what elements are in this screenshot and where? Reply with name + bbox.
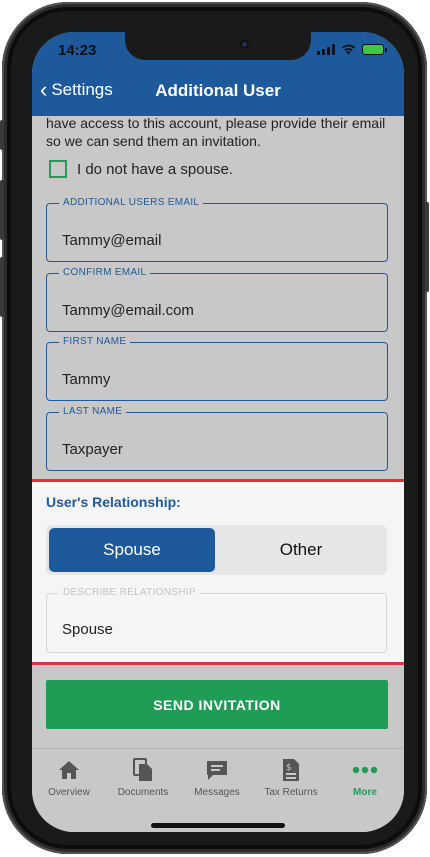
home-indicator[interactable]	[151, 823, 285, 828]
relationship-panel: User's Relationship: Spouse Other DESCRI…	[32, 479, 404, 665]
last-name-field[interactable]: LAST NAME Taxpayer	[46, 406, 388, 471]
no-spouse-row[interactable]: I do not have a spouse.	[49, 160, 233, 178]
relationship-segmented-control: Spouse Other	[46, 525, 387, 575]
signal-icon	[317, 44, 335, 55]
screen: 14:23 ‹ Settings Additional User have ac…	[32, 32, 404, 832]
form-content: have access to this account, please prov…	[32, 116, 404, 748]
power-button	[425, 202, 429, 292]
tab-label: Overview	[48, 787, 90, 798]
field-value: Taxpayer	[62, 441, 123, 458]
page-title: Additional User	[155, 81, 281, 100]
volume-up-button	[0, 180, 4, 240]
tab-overview[interactable]: Overview	[32, 757, 106, 798]
field-value: Tammy@email	[62, 232, 162, 249]
home-icon	[32, 757, 106, 783]
messages-icon	[180, 757, 254, 783]
field-label: LAST NAME	[59, 406, 127, 417]
tab-messages[interactable]: Messages	[180, 757, 254, 798]
field-label: FIRST NAME	[59, 336, 131, 347]
describe-relationship-field[interactable]: DESCRIBE RELATIONSHIP Spouse	[46, 587, 387, 653]
mute-switch	[0, 120, 4, 150]
documents-icon	[106, 757, 180, 783]
svg-text:$: $	[286, 763, 292, 773]
tab-label: Messages	[194, 787, 240, 798]
no-spouse-label: I do not have a spouse.	[77, 160, 233, 178]
notch	[125, 32, 311, 60]
tab-more[interactable]: More	[328, 757, 402, 798]
tab-bar: Overview Documents Messages $ Tax Return…	[32, 748, 404, 832]
volume-down-button	[0, 257, 4, 317]
tab-label: Documents	[117, 787, 169, 798]
field-label: DESCRIBE RELATIONSHIP	[59, 587, 200, 598]
field-label: CONFIRM EMAIL	[59, 267, 151, 278]
field-value: Tammy	[62, 371, 111, 388]
no-spouse-checkbox[interactable]	[49, 160, 67, 178]
field-label: ADDITIONAL USERS EMAIL	[59, 197, 204, 208]
relationship-option-other[interactable]: Other	[218, 528, 384, 572]
field-value: Spouse	[62, 621, 113, 638]
relationship-option-spouse[interactable]: Spouse	[49, 528, 215, 572]
tax-returns-icon: $	[254, 757, 328, 783]
nav-bar: ‹ Settings Additional User	[32, 68, 404, 116]
tab-label: More	[353, 787, 377, 798]
tab-tax-returns[interactable]: $ Tax Returns	[254, 757, 328, 798]
status-time: 14:23	[58, 42, 97, 59]
status-icons	[317, 44, 387, 55]
battery-icon	[362, 44, 387, 55]
confirm-email-field[interactable]: CONFIRM EMAIL Tammy@email.com	[46, 267, 388, 332]
more-icon	[328, 757, 402, 783]
relationship-title: User's Relationship:	[46, 494, 181, 510]
tab-label: Tax Returns	[264, 787, 318, 798]
tab-documents[interactable]: Documents	[106, 757, 180, 798]
field-value: Tammy@email.com	[62, 302, 194, 319]
send-invitation-button[interactable]: SEND INVITATION	[46, 680, 388, 729]
phone-frame: 14:23 ‹ Settings Additional User have ac…	[0, 2, 429, 854]
intro-text: have access to this account, please prov…	[46, 116, 386, 149]
wifi-icon	[341, 44, 356, 55]
first-name-field[interactable]: FIRST NAME Tammy	[46, 336, 388, 401]
additional-users-email-field[interactable]: ADDITIONAL USERS EMAIL Tammy@email	[46, 197, 388, 262]
